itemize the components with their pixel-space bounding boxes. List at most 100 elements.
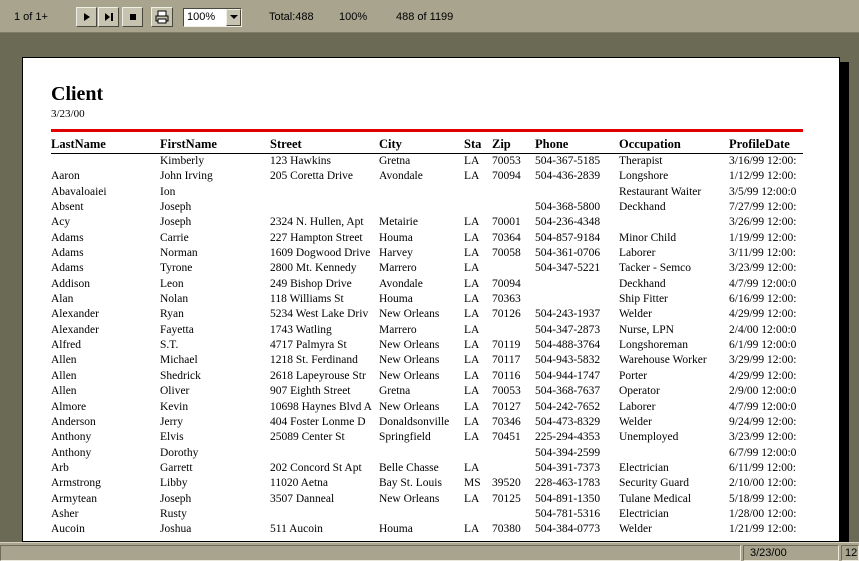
cell-zip: 39520	[492, 477, 521, 490]
cell-phone: 504-943-5832	[535, 354, 601, 367]
cell-state: LA	[464, 415, 480, 428]
cell-state: LA	[464, 385, 480, 398]
cell-phone: 504-781-5316	[535, 507, 601, 520]
table-row: Arb Garrett 202 Concord St Apt Belle Chasse…	[23, 461, 839, 476]
cell-lastname: Allen	[51, 369, 77, 382]
cell-city: Houma	[379, 231, 413, 244]
zoom-select[interactable]: 100%	[183, 8, 242, 27]
cell-occupation: Longshoreman	[619, 339, 688, 352]
table-row: Anthony Dorothy 504-394-2599 6/7/99 12:00:0	[23, 446, 839, 461]
cell-city: New Orleans	[379, 369, 440, 382]
cell-profiledate: 6/7/99 12:00:0	[729, 446, 797, 459]
cell-firstname: Norman	[160, 247, 198, 260]
cell-occupation: Laborer	[619, 247, 656, 260]
cell-occupation: Electrician	[619, 461, 669, 474]
cell-occupation: Therapist	[619, 155, 663, 167]
column-header-state: Sta	[464, 137, 482, 151]
cell-lastname: Aucoin	[51, 523, 85, 536]
report-rows: Kimberly 123 Hawkins Gretna LA 70053 504-367-…	[23, 154, 839, 538]
next-page-button[interactable]	[76, 7, 97, 27]
cell-profiledate: 1/21/99 12:00:	[729, 523, 797, 536]
table-row: Addison Leon 249 Bishop Drive Avondale LA 700…	[23, 277, 839, 292]
cell-occupation: Nurse, LPN	[619, 323, 674, 336]
cell-firstname: Nolan	[160, 293, 189, 306]
cell-profiledate: 1/12/99 12:00:	[729, 170, 797, 183]
cell-firstname: Michael	[160, 354, 198, 367]
column-header-zip: Zip	[492, 137, 511, 151]
cell-state: LA	[464, 247, 480, 260]
cell-state: LA	[464, 216, 480, 229]
cell-profiledate: 2/10/00 12:00:	[729, 477, 797, 490]
stop-icon	[129, 14, 136, 20]
cell-street: 10698 Haynes Blvd A	[270, 400, 372, 413]
column-header-firstname: FirstName	[160, 137, 217, 151]
cell-profiledate: 7/27/99 12:00:	[729, 201, 797, 214]
cell-lastname: Adams	[51, 262, 84, 275]
cell-lastname: Anthony	[51, 446, 92, 459]
cell-occupation: Operator	[619, 385, 660, 398]
cell-state: LA	[464, 431, 480, 444]
status-extra: 12	[841, 545, 859, 561]
cell-city: New Orleans	[379, 308, 440, 321]
cell-firstname: Jerry	[160, 415, 183, 428]
print-button[interactable]	[151, 7, 173, 27]
stop-button[interactable]	[122, 7, 143, 27]
cell-phone: 504-242-7652	[535, 400, 601, 413]
cell-state: LA	[464, 339, 480, 352]
zoom-percent-readout: 100%	[339, 11, 368, 23]
cell-city: New Orleans	[379, 492, 440, 505]
cell-city: Houma	[379, 293, 413, 306]
cell-street: 1609 Dogwood Drive	[270, 247, 371, 260]
table-row: Kimberly 123 Hawkins Gretna LA 70053 504-367-…	[23, 154, 839, 169]
table-row: Alfred S.T. 4717 Palmyra St New Orleans LA 70…	[23, 338, 839, 353]
table-row: Allen Shedrick 2618 Lapeyrouse Str New Orle…	[23, 369, 839, 384]
last-page-button[interactable]	[98, 7, 119, 27]
cell-phone: 504-243-1937	[535, 308, 601, 321]
table-row: Asher Rusty 504-781-5316 Electrician 1/28/00…	[23, 507, 839, 522]
cell-city: Marrero	[379, 323, 417, 336]
cell-occupation: Welder	[619, 523, 652, 536]
cell-state: LA	[464, 231, 480, 244]
cell-profiledate: 1/28/00 12:00:	[729, 507, 797, 520]
cell-state: LA	[464, 323, 480, 336]
cell-zip: 70058	[492, 247, 521, 260]
cell-occupation: Porter	[619, 369, 648, 382]
cell-firstname: Elvis	[160, 431, 184, 444]
cell-phone: 504-394-2599	[535, 446, 601, 459]
cell-firstname: John Irving	[160, 170, 213, 183]
cell-zip: 70126	[492, 308, 521, 321]
cell-profiledate: 2/9/00 12:00:0	[729, 385, 797, 398]
cell-lastname: Anthony	[51, 431, 92, 444]
cell-city: Bay St. Louis	[379, 477, 442, 490]
cell-phone: 504-368-7637	[535, 385, 601, 398]
cell-zip: 70119	[492, 339, 521, 352]
zoom-dropdown-button[interactable]	[226, 9, 241, 26]
cell-lastname: Acy	[51, 216, 71, 229]
cell-lastname: Alfred	[51, 339, 82, 352]
cell-lastname: Adams	[51, 231, 84, 244]
table-row: Almore Kevin 10698 Haynes Blvd A New Orlean…	[23, 400, 839, 415]
cell-firstname: Kevin	[160, 400, 189, 413]
cell-street: 1743 Watling	[270, 323, 332, 336]
cell-firstname: Carrie	[160, 231, 189, 244]
table-row: Acy Joseph 2324 N. Hullen, Apt Metairie LA 70…	[23, 215, 839, 230]
cell-zip: 70117	[492, 354, 521, 367]
cell-city: New Orleans	[379, 354, 440, 367]
cell-lastname: Arb	[51, 461, 69, 474]
cell-profiledate: 4/7/99 12:00:0	[729, 400, 797, 413]
cell-city: Avondale	[379, 170, 423, 183]
cell-street: 511 Aucoin	[270, 523, 323, 536]
cell-state: LA	[464, 293, 480, 306]
cell-lastname: Alan	[51, 293, 74, 306]
cell-profiledate: 3/5/99 12:00:0	[729, 185, 797, 198]
cell-state: LA	[464, 170, 480, 183]
column-header-occupation: Occupation	[619, 137, 681, 151]
table-row: Adams Tyrone 2800 Mt. Kennedy Marrero LA 504-…	[23, 261, 839, 276]
cell-city: Gretna	[379, 385, 411, 398]
cell-profiledate: 3/16/99 12:00:	[729, 155, 797, 167]
toolbar: 1 of 1+ 100% Total:488 100% 488 of 1199	[0, 0, 859, 33]
cell-city: Metairie	[379, 216, 418, 229]
column-header-phone: Phone	[535, 137, 569, 151]
cell-profiledate: 3/26/99 12:00:	[729, 216, 797, 229]
cell-profiledate: 3/23/99 12:00:	[729, 262, 797, 275]
